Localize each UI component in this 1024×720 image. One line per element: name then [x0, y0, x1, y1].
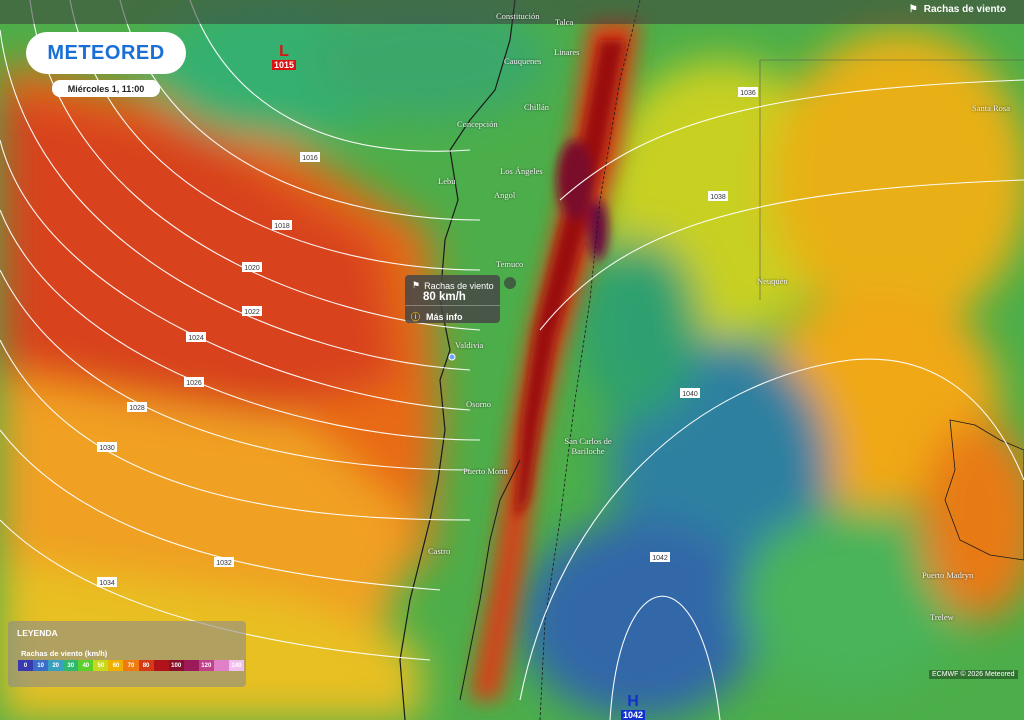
- legend-stop: 140: [228, 660, 244, 671]
- svg-text:1042: 1042: [652, 555, 668, 562]
- place-label[interactable]: Castro: [428, 546, 450, 556]
- place-label[interactable]: Puerto Madryn: [922, 570, 973, 580]
- place-label[interactable]: Cauquenes: [504, 56, 541, 66]
- svg-text:1026: 1026: [186, 380, 202, 387]
- place-label[interactable]: Santa Rosa: [972, 103, 1010, 113]
- legend-stop: 70: [123, 660, 139, 671]
- more-info-link[interactable]: ⓘ Más info: [411, 310, 463, 323]
- place-label[interactable]: Temuco: [496, 259, 523, 269]
- tooltip-anchor-dot: [504, 277, 516, 289]
- legend-stop: [183, 660, 199, 671]
- svg-text:1034: 1034: [99, 580, 115, 587]
- legend-color-scale: 0 10 20 30 40 50 60 70 80 100 120 140: [18, 660, 244, 671]
- place-label[interactable]: Talca: [555, 17, 573, 27]
- legend-stop: [153, 660, 169, 671]
- copyright-text: ECMWF © 2026 Meteored: [929, 670, 1018, 679]
- meteored-logo[interactable]: METEORED: [26, 32, 186, 74]
- legend-stop: 40: [78, 660, 94, 671]
- tooltip-divider: [405, 305, 500, 306]
- high-pressure-marker: H 1042: [621, 693, 646, 720]
- place-label[interactable]: Puerto Montt: [463, 466, 508, 476]
- legend-stop: [213, 660, 229, 671]
- svg-text:1038: 1038: [710, 194, 726, 201]
- place-label[interactable]: Osorno: [466, 399, 491, 409]
- place-label[interactable]: Constitución: [496, 11, 539, 21]
- place-label[interactable]: Trelew: [930, 612, 954, 622]
- place-label[interactable]: Angol: [494, 190, 515, 200]
- legend-subtitle: Rachas de viento (km/h): [21, 649, 108, 658]
- place-label[interactable]: Chillán: [524, 102, 549, 112]
- svg-text:1022: 1022: [244, 309, 260, 316]
- svg-text:1024: 1024: [188, 335, 204, 342]
- place-label[interactable]: San Carlos de Bariloche: [558, 436, 618, 456]
- legend-stop: 20: [48, 660, 64, 671]
- place-label[interactable]: Valdivia: [455, 340, 483, 350]
- tooltip-value: 80 km/h: [423, 291, 466, 303]
- svg-text:1020: 1020: [244, 265, 260, 272]
- legend-stop: 30: [63, 660, 79, 671]
- svg-text:1016: 1016: [302, 155, 318, 162]
- legend-stop: 50: [93, 660, 109, 671]
- legend-panel[interactable]: LEYENDA Rachas de viento (km/h) 0 10 20 30 4…: [8, 621, 246, 687]
- info-icon: ⓘ: [411, 312, 421, 322]
- legend-title: LEYENDA: [17, 628, 58, 638]
- tooltip-title: ⚑ Rachas de viento: [412, 280, 494, 291]
- svg-text:1040: 1040: [682, 391, 698, 398]
- low-pressure-marker: L 1015: [272, 43, 297, 70]
- flag-icon: ⚑: [908, 4, 918, 15]
- place-label[interactable]: Lebu: [438, 176, 455, 186]
- wind-gust-tooltip: ⚑ Rachas de viento 80 km/h ⓘ Más info: [405, 275, 500, 323]
- flag-icon: ⚑: [412, 280, 421, 290]
- legend-stop: 0: [18, 660, 34, 671]
- location-marker: [448, 353, 456, 361]
- wind-gust-map[interactable]: 1016 1018 1020 1022 1024 1026 1028 1030 …: [0, 0, 1024, 720]
- legend-stop: 60: [108, 660, 124, 671]
- svg-text:1030: 1030: [99, 445, 115, 452]
- svg-text:1032: 1032: [216, 560, 232, 567]
- layer-title[interactable]: ⚑ Rachas de viento: [909, 4, 1006, 15]
- legend-stop: 80: [138, 660, 154, 671]
- date-time-label[interactable]: Miércoles 1, 11:00: [52, 80, 160, 97]
- svg-text:1028: 1028: [129, 405, 145, 412]
- place-label[interactable]: Linares: [554, 47, 580, 57]
- legend-stop: 100: [168, 660, 184, 671]
- legend-stop: 120: [198, 660, 214, 671]
- svg-text:1036: 1036: [740, 90, 756, 97]
- place-label[interactable]: Concepción: [457, 119, 498, 129]
- place-label[interactable]: Los Ángeles: [500, 166, 543, 176]
- svg-text:1018: 1018: [274, 223, 290, 230]
- legend-stop: 10: [33, 660, 49, 671]
- place-label[interactable]: Neuquén: [757, 276, 788, 286]
